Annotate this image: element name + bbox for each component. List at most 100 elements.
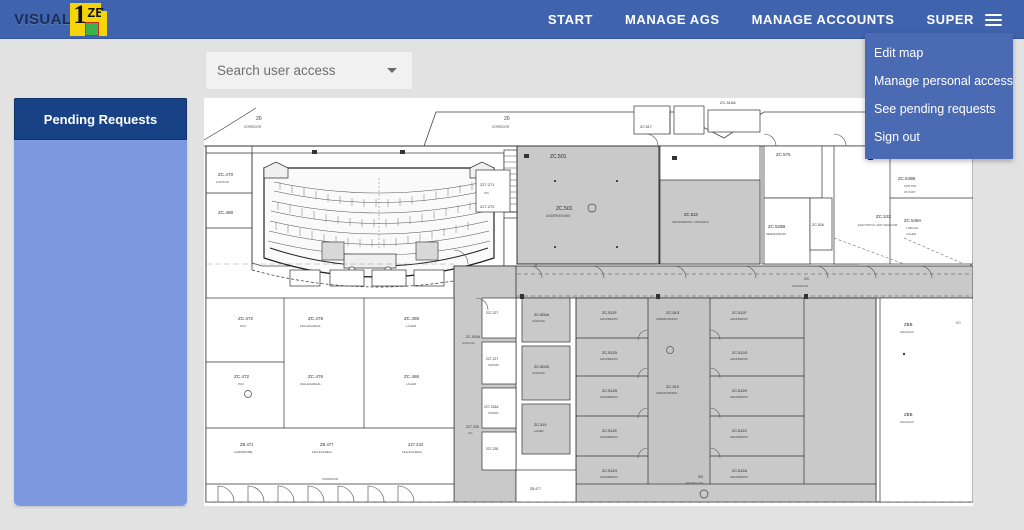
svg-text:GRUPPEROM: GRUPPEROM xyxy=(730,357,748,361)
brand-tile-extension xyxy=(101,10,108,36)
svg-text:I DELIAN: I DELIAN xyxy=(906,226,918,230)
svg-text:ZC.513: ZC.513 xyxy=(666,310,680,315)
search-input-placeholder[interactable]: Search user access xyxy=(206,64,387,78)
svg-text:ZC.512H: ZC.512H xyxy=(602,469,617,473)
svg-text:ZC.512F: ZC.512F xyxy=(732,311,747,315)
menu-manage-personal-access[interactable]: Manage personal access xyxy=(865,67,1013,95)
svg-text:ZC.512F: ZC.512F xyxy=(602,311,617,315)
svg-text:SEMINARROM: SEMINARROM xyxy=(766,232,787,236)
svg-text:ZC.468: ZC.468 xyxy=(218,210,234,215)
svg-text:ZC.486: ZC.486 xyxy=(404,316,420,321)
svg-text:ZC.472: ZC.472 xyxy=(238,316,254,321)
svg-text:TEKNISK: TEKNISK xyxy=(488,363,499,367)
svg-text:227.227: 227.227 xyxy=(486,357,498,361)
svg-text:ZC.513: ZC.513 xyxy=(684,212,698,217)
svg-text:RESEPSJON: RESEPSJON xyxy=(686,481,703,485)
svg-text:LAGER: LAGER xyxy=(906,232,916,236)
svg-text:FELLESAREAL: FELLESAREAL xyxy=(300,382,321,386)
svg-text:ZC.516A: ZC.516A xyxy=(720,100,736,105)
svg-text:ZC.532: ZC.532 xyxy=(876,214,892,219)
svg-text:UNDERVISNING: UNDERVISNING xyxy=(546,214,571,218)
svg-text:ZC.500A: ZC.500A xyxy=(534,313,549,317)
svg-text:ZC.512: ZC.512 xyxy=(666,384,680,389)
svg-text:ZC.501: ZC.501 xyxy=(556,206,573,212)
search-user-access-select[interactable]: Search user access xyxy=(205,51,413,90)
svg-text:GANGVEI: GANGVEI xyxy=(532,319,545,323)
svg-text:LAGER: LAGER xyxy=(534,429,543,433)
svg-text:ZC.549T: ZC.549T xyxy=(904,190,915,194)
page-root: VISUAL 1 ZE START MANAGE AGS MANAGE ACCO… xyxy=(0,0,1024,530)
svg-text:ZC.512H: ZC.512H xyxy=(732,389,747,393)
floor-plan-svg[interactable]: 20 KORRIDOR 20 KORRIDOR ZC.470 KONTOR ZC… xyxy=(204,98,973,506)
hamburger-icon[interactable] xyxy=(985,11,1002,29)
svg-text:ZC: ZC xyxy=(804,276,809,281)
svg-text:WC: WC xyxy=(468,431,473,435)
svg-text:ELECTRICAL AND TELECOM: ELECTRICAL AND TELECOM xyxy=(858,223,898,227)
svg-text:GRUPPEROM: GRUPPEROM xyxy=(600,317,618,321)
svg-text:GRUPPEROM: GRUPPEROM xyxy=(730,435,748,439)
svg-text:ZC.512G: ZC.512G xyxy=(732,351,747,355)
nav-start[interactable]: START xyxy=(532,0,609,39)
pending-requests-panel: Pending Requests xyxy=(14,98,187,506)
svg-text:KORRIDOR: KORRIDOR xyxy=(792,284,809,288)
svg-text:LAGER: LAGER xyxy=(406,324,417,328)
brand-logo-tile: 1 ZE xyxy=(70,1,108,36)
svg-text:GRUPPEROM: GRUPPEROM xyxy=(730,395,748,399)
svg-text:UNDERVISNING: UNDERVISNING xyxy=(656,317,677,321)
nav-manage-ags[interactable]: MANAGE AGS xyxy=(609,0,736,39)
svg-text:SELSKAP: SELSKAP xyxy=(900,330,914,334)
svg-text:ZC.512E: ZC.512E xyxy=(602,429,617,433)
svg-text:GRUPPEROM / OPPHOLD: GRUPPEROM / OPPHOLD xyxy=(672,220,710,224)
svg-text:ZC.501: ZC.501 xyxy=(550,154,567,160)
svg-text:GRUPPEROM: GRUPPEROM xyxy=(600,395,618,399)
svg-text:227.234: 227.234 xyxy=(408,442,424,447)
menu-see-pending-requests[interactable]: See pending requests xyxy=(865,95,1013,123)
svg-text:ZC.476: ZC.476 xyxy=(308,374,324,379)
brand-text-left: VISUAL xyxy=(14,10,72,28)
svg-text:ZC.512B: ZC.512B xyxy=(602,389,617,393)
svg-text:ZC.500A: ZC.500A xyxy=(466,335,481,339)
brand-green-square-icon xyxy=(85,21,100,36)
svg-text:KORRIDOR: KORRIDOR xyxy=(492,125,510,129)
svg-text:PAU: PAU xyxy=(240,324,246,328)
menu-edit-map[interactable]: Edit map xyxy=(865,39,1013,67)
svg-text:GRUPPEROM: GRUPPEROM xyxy=(600,475,618,479)
svg-text:ZC.519: ZC.519 xyxy=(534,423,546,427)
svg-text:20: 20 xyxy=(256,116,262,122)
svg-text:ZB.477: ZB.477 xyxy=(530,487,541,491)
svg-text:FELLESAREAL: FELLESAREAL xyxy=(402,450,423,454)
svg-text:KONTOR: KONTOR xyxy=(216,180,230,184)
svg-text:ZC.525B: ZC.525B xyxy=(768,224,785,229)
floor-plan-map[interactable]: 20 KORRIDOR 20 KORRIDOR ZC.470 KONTOR ZC… xyxy=(204,98,973,506)
pending-requests-list[interactable] xyxy=(14,140,187,506)
svg-text:FELLESAREAL: FELLESAREAL xyxy=(312,450,333,454)
svg-text:GRUPPEROM: GRUPPEROM xyxy=(600,357,618,361)
menu-sign-out[interactable]: Sign out xyxy=(865,123,1013,151)
svg-text:227.233A: 227.233A xyxy=(484,405,499,409)
svg-text:ZB: ZB xyxy=(698,475,703,479)
svg-text:TRAPPE: TRAPPE xyxy=(488,411,499,415)
svg-text:GRUPPEROM: GRUPPEROM xyxy=(600,435,618,439)
svg-text:227.235: 227.235 xyxy=(486,447,498,451)
svg-text:KORRIDOR: KORRIDOR xyxy=(322,477,339,481)
svg-text:ZC.549B: ZC.549B xyxy=(898,176,915,181)
svg-text:227.271: 227.271 xyxy=(480,182,495,187)
svg-text:SELSKAP: SELSKAP xyxy=(900,420,914,424)
svg-text:WC: WC xyxy=(484,191,490,195)
svg-text:ZC.517: ZC.517 xyxy=(640,125,652,129)
svg-text:UNDERVISNING: UNDERVISNING xyxy=(656,391,677,395)
svg-text:LAGER: LAGER xyxy=(406,382,417,386)
svg-text:FELLESAREAL: FELLESAREAL xyxy=(300,324,321,328)
super-dropdown-menu: Edit map Manage personal access See pend… xyxy=(865,33,1013,159)
svg-text:ZB.477: ZB.477 xyxy=(320,442,334,447)
svg-text:ZC.575: ZC.575 xyxy=(776,152,791,157)
svg-text:ZC.470: ZC.470 xyxy=(218,172,234,177)
svg-text:ZB.471: ZB.471 xyxy=(240,442,254,447)
svg-text:KORRIDOR: KORRIDOR xyxy=(244,125,262,129)
svg-text:227.235: 227.235 xyxy=(466,425,479,429)
svg-text:227.272: 227.272 xyxy=(480,204,495,209)
svg-text:PAU: PAU xyxy=(238,382,244,386)
chevron-down-icon[interactable] xyxy=(387,68,397,73)
svg-text:ZC.512C: ZC.512C xyxy=(732,429,747,433)
brand-logo[interactable]: VISUAL 1 ZE xyxy=(14,1,108,36)
